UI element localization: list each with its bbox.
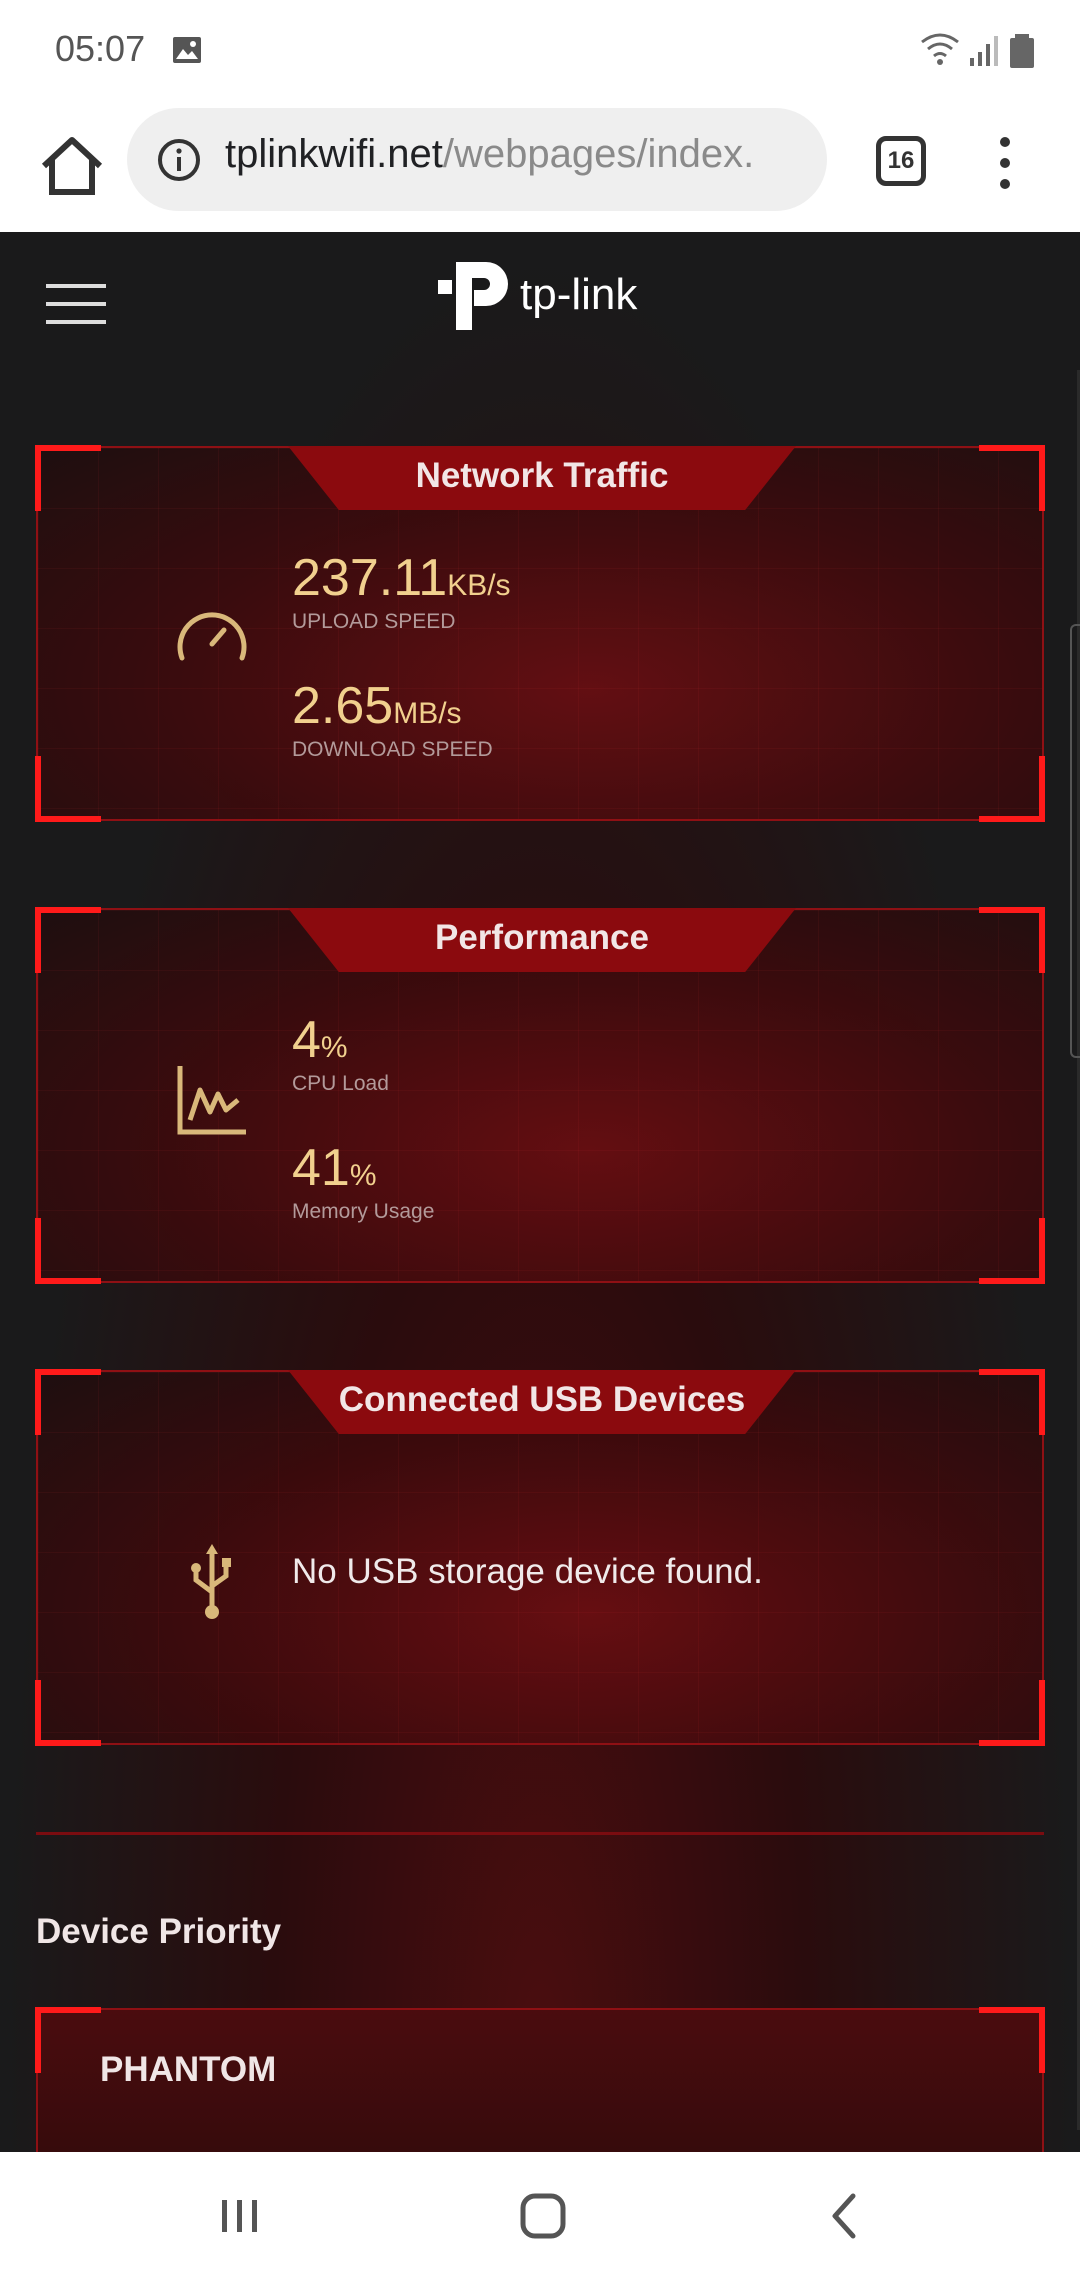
card-corner [979, 907, 1045, 973]
cpu-load-unit: % [320, 1031, 348, 1064]
card-corner [35, 2007, 101, 2073]
usb-status-message: No USB storage device found. [292, 1552, 763, 1591]
url-host: tplinkwifi.net [225, 132, 443, 176]
section-divider [36, 1832, 1044, 1835]
memory-usage-value: 41 [292, 1139, 350, 1197]
card-corner [979, 1369, 1045, 1435]
card-corner [35, 445, 101, 511]
download-speed-unit: MB/s [393, 697, 462, 730]
gallery-notification-icon [173, 37, 201, 63]
upload-speed-metric: 237.11KB/s UPLOAD SPEED [292, 548, 511, 634]
upload-speed-unit: KB/s [447, 569, 511, 602]
back-icon[interactable] [815, 2186, 875, 2246]
card-corner [35, 1680, 101, 1746]
hamburger-menu-icon[interactable] [46, 282, 106, 326]
status-bar: 05:07 [0, 0, 1080, 100]
memory-usage-label: Memory Usage [292, 1200, 435, 1223]
download-speed-value: 2.65 [292, 677, 394, 735]
download-speed-metric: 2.65MB/s DOWNLOAD SPEED [292, 676, 493, 762]
home-nav-icon[interactable] [513, 2186, 573, 2246]
home-icon[interactable] [36, 130, 108, 202]
card-title: Network Traffic [288, 446, 796, 510]
signal-icon [970, 36, 998, 66]
cpu-load-value: 4 [292, 1011, 321, 1069]
logo-text: tp-link [520, 270, 638, 319]
memory-usage-unit: % [349, 1159, 377, 1192]
info-icon[interactable] [157, 138, 201, 182]
card-corner [35, 1218, 101, 1284]
card-corner [35, 756, 101, 822]
device-name: PHANTOM [100, 2050, 277, 2089]
card-corner [979, 756, 1045, 822]
usb-icon [191, 1544, 231, 1619]
wifi-icon [921, 33, 959, 58]
url-path: /webpages/index. [442, 132, 755, 176]
cpu-load-label: CPU Load [292, 1072, 389, 1095]
card-title: Performance [288, 908, 796, 972]
browser-toolbar: tplinkwifi.net/webpages/index. 16 [0, 100, 1080, 232]
memory-usage-metric: 41% Memory Usage [292, 1138, 434, 1224]
speedometer-icon [177, 612, 247, 661]
tab-switcher-button[interactable]: 16 [876, 136, 926, 186]
status-icons [921, 33, 1034, 68]
system-navigation-bar [0, 2152, 1080, 2280]
tp-link-logo: tp-link [434, 256, 644, 336]
card-corner [979, 2007, 1045, 2073]
tp-link-logo-mark-icon [438, 262, 508, 330]
battery-icon [1010, 34, 1034, 68]
performance-card: Performance 4% CPU Load 41% Memory Usage [35, 907, 1045, 1284]
address-bar[interactable]: tplinkwifi.net/webpages/index. [127, 108, 827, 211]
card-corner [979, 1218, 1045, 1284]
device-priority-heading: Device Priority [36, 1912, 282, 1951]
url-text[interactable]: tplinkwifi.net/webpages/index. [225, 132, 815, 177]
card-title: Connected USB Devices [288, 1370, 796, 1434]
more-options-icon[interactable] [990, 128, 1020, 198]
upload-speed-label: UPLOAD SPEED [292, 610, 456, 633]
router-dashboard: tp-link Network Traffic 237.11KB/s UPLOA… [0, 232, 1080, 2152]
device-priority-card[interactable]: PHANTOM [35, 2007, 1045, 2152]
line-chart-icon [177, 1066, 246, 1135]
network-traffic-card: Network Traffic 237.11KB/s UPLOAD SPEED … [35, 445, 1045, 822]
upload-speed-value: 237.11 [292, 549, 448, 607]
scrollbar-thumb[interactable] [1070, 624, 1080, 1058]
cpu-load-metric: 4% CPU Load [292, 1010, 389, 1096]
card-corner [979, 445, 1045, 511]
card-corner [979, 1680, 1045, 1746]
card-corner [35, 1369, 101, 1435]
status-clock: 05:07 [55, 28, 146, 69]
download-speed-label: DOWNLOAD SPEED [292, 738, 493, 761]
recent-apps-icon[interactable] [210, 2186, 270, 2246]
card-corner [35, 907, 101, 973]
usb-devices-card: Connected USB Devices No USB storage dev… [35, 1369, 1045, 1746]
